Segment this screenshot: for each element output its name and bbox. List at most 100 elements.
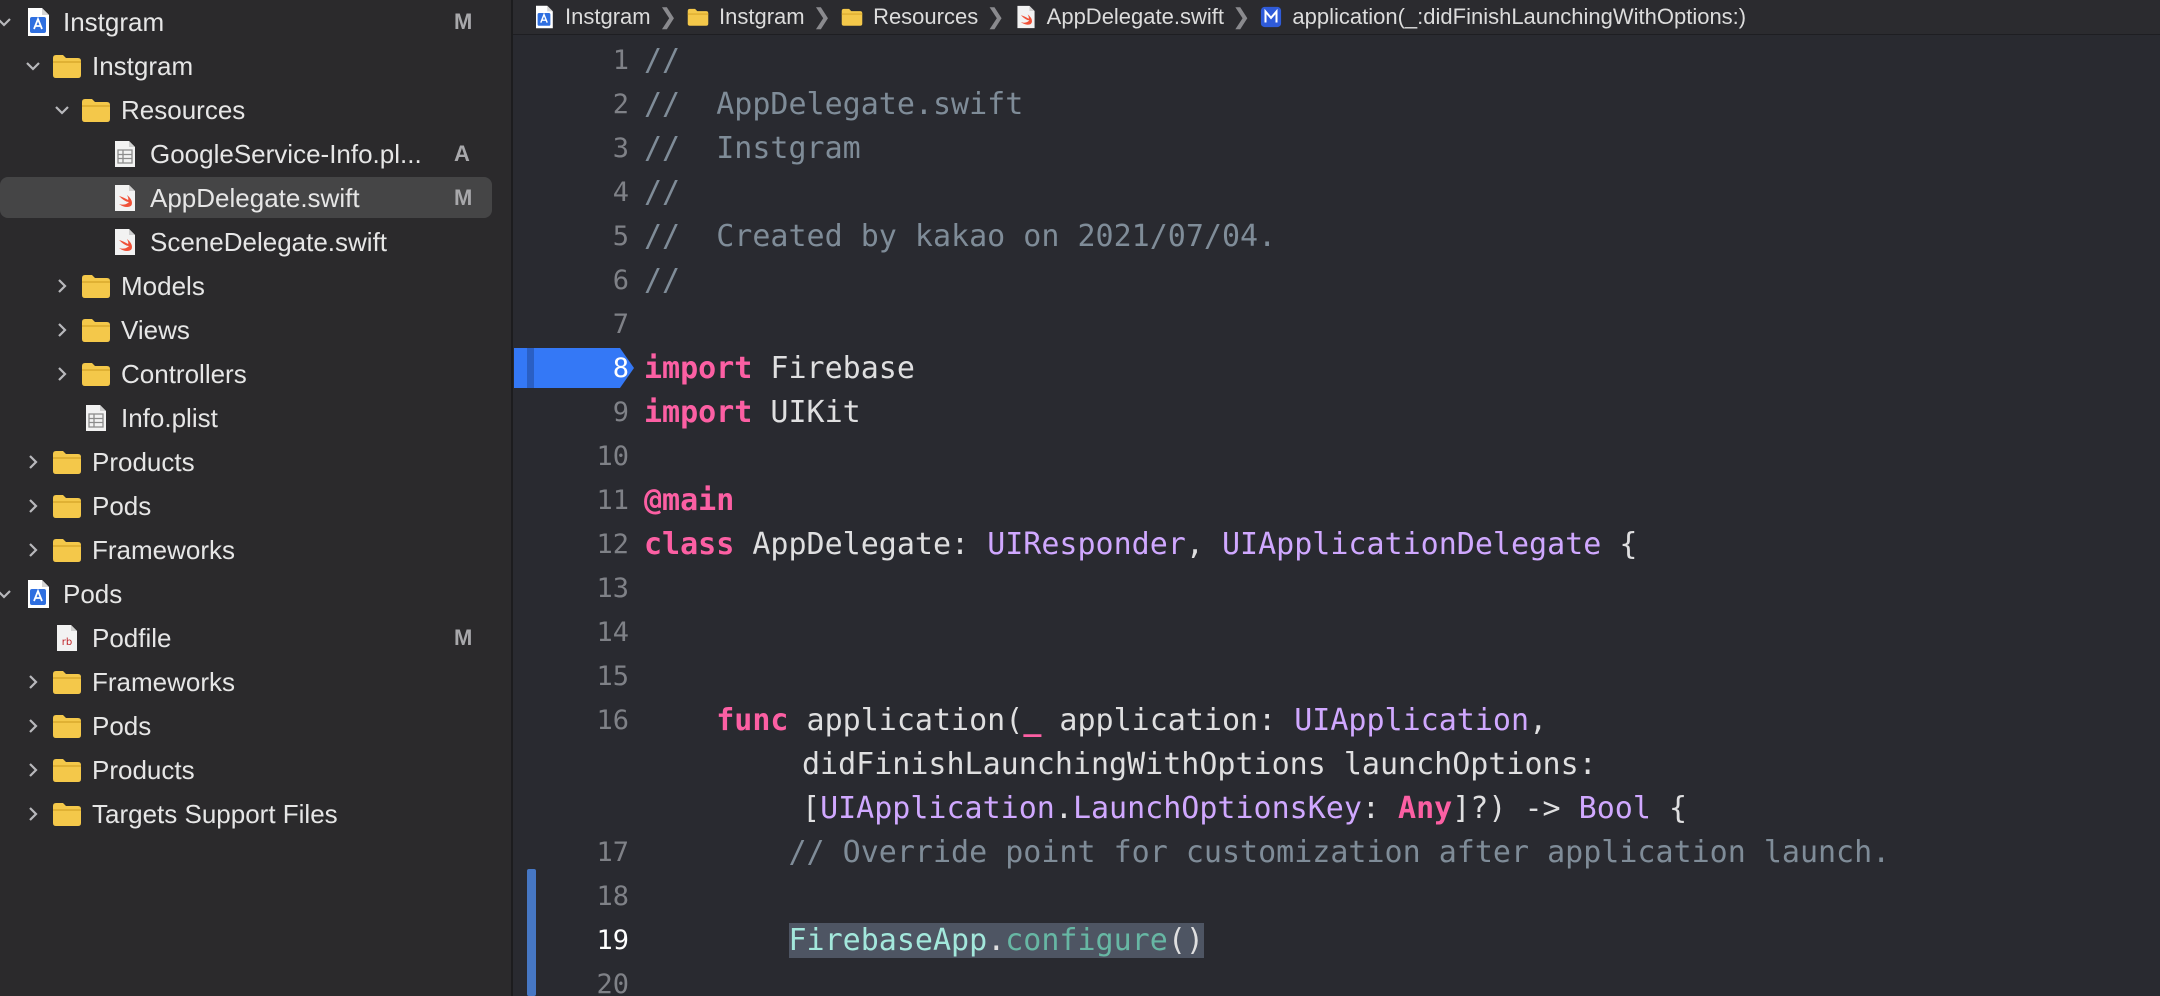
code-text[interactable]: class AppDelegate: UIResponder, UIApplic… <box>644 523 1637 567</box>
code-line[interactable]: 17 // Override point for customization a… <box>513 831 2160 875</box>
breadcrumb-item[interactable]: application(_:didFinishLaunchingWithOpti… <box>1258 4 1746 30</box>
navigator-item[interactable]: Targets Support Files <box>0 792 511 836</box>
breadcrumb-item[interactable]: Resources <box>839 4 978 30</box>
line-number[interactable]: 20 <box>533 963 629 996</box>
chevron-right-icon[interactable] <box>20 757 46 783</box>
project-icon <box>531 4 557 30</box>
code-text[interactable]: // <box>644 171 680 215</box>
code-line[interactable]: 6 // <box>513 259 2160 303</box>
line-number[interactable]: 17 <box>533 831 629 875</box>
code-text[interactable]: func application(_ application: UIApplic… <box>644 699 1547 743</box>
breadcrumb-item[interactable]: AppDelegate.swift <box>1013 4 1224 30</box>
chevron-right-icon[interactable] <box>49 361 75 387</box>
breadcrumb-item[interactable]: Instgram <box>685 4 805 30</box>
line-number[interactable]: 3 <box>533 127 629 171</box>
code-token: import <box>644 395 753 430</box>
code-line[interactable]: [UIApplication.LaunchOptionsKey: Any]?) … <box>513 787 2160 831</box>
code-text[interactable]: import Firebase <box>644 347 915 391</box>
code-token: Any <box>1398 791 1453 826</box>
code-line[interactable]: 10 <box>513 435 2160 479</box>
navigator-item[interactable]: rb Podfile M <box>0 616 511 660</box>
navigator-item[interactable]: SceneDelegate.swift <box>0 220 511 264</box>
navigator-item[interactable]: Pods <box>0 484 511 528</box>
navigator-item[interactable]: Controllers <box>0 352 511 396</box>
code-text[interactable]: import UIKit <box>644 391 861 435</box>
code-line[interactable]: 20 <box>513 963 2160 996</box>
code-text[interactable]: // Override point for customization afte… <box>644 831 1890 875</box>
chevron-right-icon[interactable] <box>20 537 46 563</box>
code-line[interactable]: 5 // Created by kakao on 2021/07/04. <box>513 215 2160 259</box>
chevron-down-icon[interactable] <box>20 53 46 79</box>
navigator-item[interactable]: GoogleService-Info.pl... A <box>0 132 511 176</box>
code-text[interactable]: // Instgram <box>644 127 861 171</box>
code-line[interactable]: 16 func application(_ application: UIApp… <box>513 699 2160 743</box>
chevron-down-icon[interactable] <box>0 9 17 35</box>
navigator-item[interactable]: Pods <box>0 704 511 748</box>
line-number[interactable]: 12 <box>533 523 629 567</box>
code-line[interactable]: 3 // Instgram <box>513 127 2160 171</box>
code-text[interactable]: // <box>644 39 680 83</box>
navigator-item[interactable]: Instgram M <box>0 0 511 44</box>
navigator-item[interactable]: Models <box>0 264 511 308</box>
code-line[interactable]: 19 FirebaseApp.configure() <box>513 919 2160 963</box>
code-text[interactable]: @main <box>644 479 734 523</box>
code-line[interactable]: 2 // AppDelegate.swift <box>513 83 2160 127</box>
chevron-right-icon[interactable] <box>49 273 75 299</box>
code-line[interactable]: 12 class AppDelegate: UIResponder, UIAppl… <box>513 523 2160 567</box>
code-line[interactable]: 1 // <box>513 39 2160 83</box>
navigator-item[interactable]: Frameworks <box>0 660 511 704</box>
chevron-right-icon[interactable] <box>20 493 46 519</box>
code-line[interactable]: 15 <box>513 655 2160 699</box>
chevron-right-icon[interactable] <box>20 801 46 827</box>
line-number[interactable]: 19 <box>533 919 629 963</box>
code-text[interactable]: FirebaseApp.configure() <box>644 919 1204 963</box>
code-line[interactable]: 14 <box>513 611 2160 655</box>
line-number[interactable]: 9 <box>533 391 629 435</box>
code-line[interactable]: 18 <box>513 875 2160 919</box>
source-editor[interactable]: Instgram ❯ Instgram ❯ Resources ❯ AppDelegate.… <box>513 0 2160 996</box>
navigator-item[interactable]: Resources <box>0 88 511 132</box>
line-number[interactable]: 5 <box>533 215 629 259</box>
line-number[interactable]: 16 <box>533 699 629 743</box>
code-line[interactable]: didFinishLaunchingWithOptions launchOpti… <box>513 743 2160 787</box>
code-token: UIKit <box>752 395 861 430</box>
code-text[interactable]: // <box>644 259 680 303</box>
code-line[interactable]: 13 <box>513 567 2160 611</box>
line-number[interactable]: 14 <box>533 611 629 655</box>
line-number[interactable]: 2 <box>533 83 629 127</box>
line-number[interactable]: 13 <box>533 567 629 611</box>
navigator-item[interactable]: Views <box>0 308 511 352</box>
line-number[interactable]: 6 <box>533 259 629 303</box>
line-number[interactable]: 8 <box>533 347 629 391</box>
code-text[interactable]: // Created by kakao on 2021/07/04. <box>644 215 1276 259</box>
line-number[interactable]: 1 <box>533 39 629 83</box>
code-text[interactable]: // AppDelegate.swift <box>644 83 1023 127</box>
chevron-right-icon[interactable] <box>20 669 46 695</box>
navigator-item[interactable]: AppDelegate.swift M <box>0 176 511 220</box>
navigator-item[interactable]: Instgram <box>0 44 511 88</box>
chevron-down-icon[interactable] <box>49 97 75 123</box>
code-line[interactable]: 11 @main <box>513 479 2160 523</box>
code-text[interactable]: didFinishLaunchingWithOptions launchOpti… <box>802 743 1597 787</box>
line-number[interactable]: 7 <box>533 303 629 347</box>
code-line[interactable]: 9 import UIKit <box>513 391 2160 435</box>
line-number[interactable]: 11 <box>533 479 629 523</box>
line-number[interactable]: 10 <box>533 435 629 479</box>
line-number[interactable]: 15 <box>533 655 629 699</box>
line-number[interactable]: 18 <box>533 875 629 919</box>
code-line[interactable]: 4 // <box>513 171 2160 215</box>
navigator-item[interactable]: Info.plist <box>0 396 511 440</box>
code-line[interactable]: 7 <box>513 303 2160 347</box>
chevron-down-icon[interactable] <box>0 581 17 607</box>
code-text[interactable]: [UIApplication.LaunchOptionsKey: Any]?) … <box>802 787 1687 831</box>
code-line[interactable]: 8 import Firebase <box>513 347 2160 391</box>
chevron-right-icon[interactable] <box>49 317 75 343</box>
navigator-item[interactable]: Frameworks <box>0 528 511 572</box>
breadcrumb-item[interactable]: Instgram <box>531 4 651 30</box>
chevron-right-icon[interactable] <box>20 449 46 475</box>
chevron-right-icon[interactable] <box>20 713 46 739</box>
line-number[interactable]: 4 <box>533 171 629 215</box>
navigator-item[interactable]: Products <box>0 440 511 484</box>
navigator-item[interactable]: Pods <box>0 572 511 616</box>
navigator-item[interactable]: Products <box>0 748 511 792</box>
